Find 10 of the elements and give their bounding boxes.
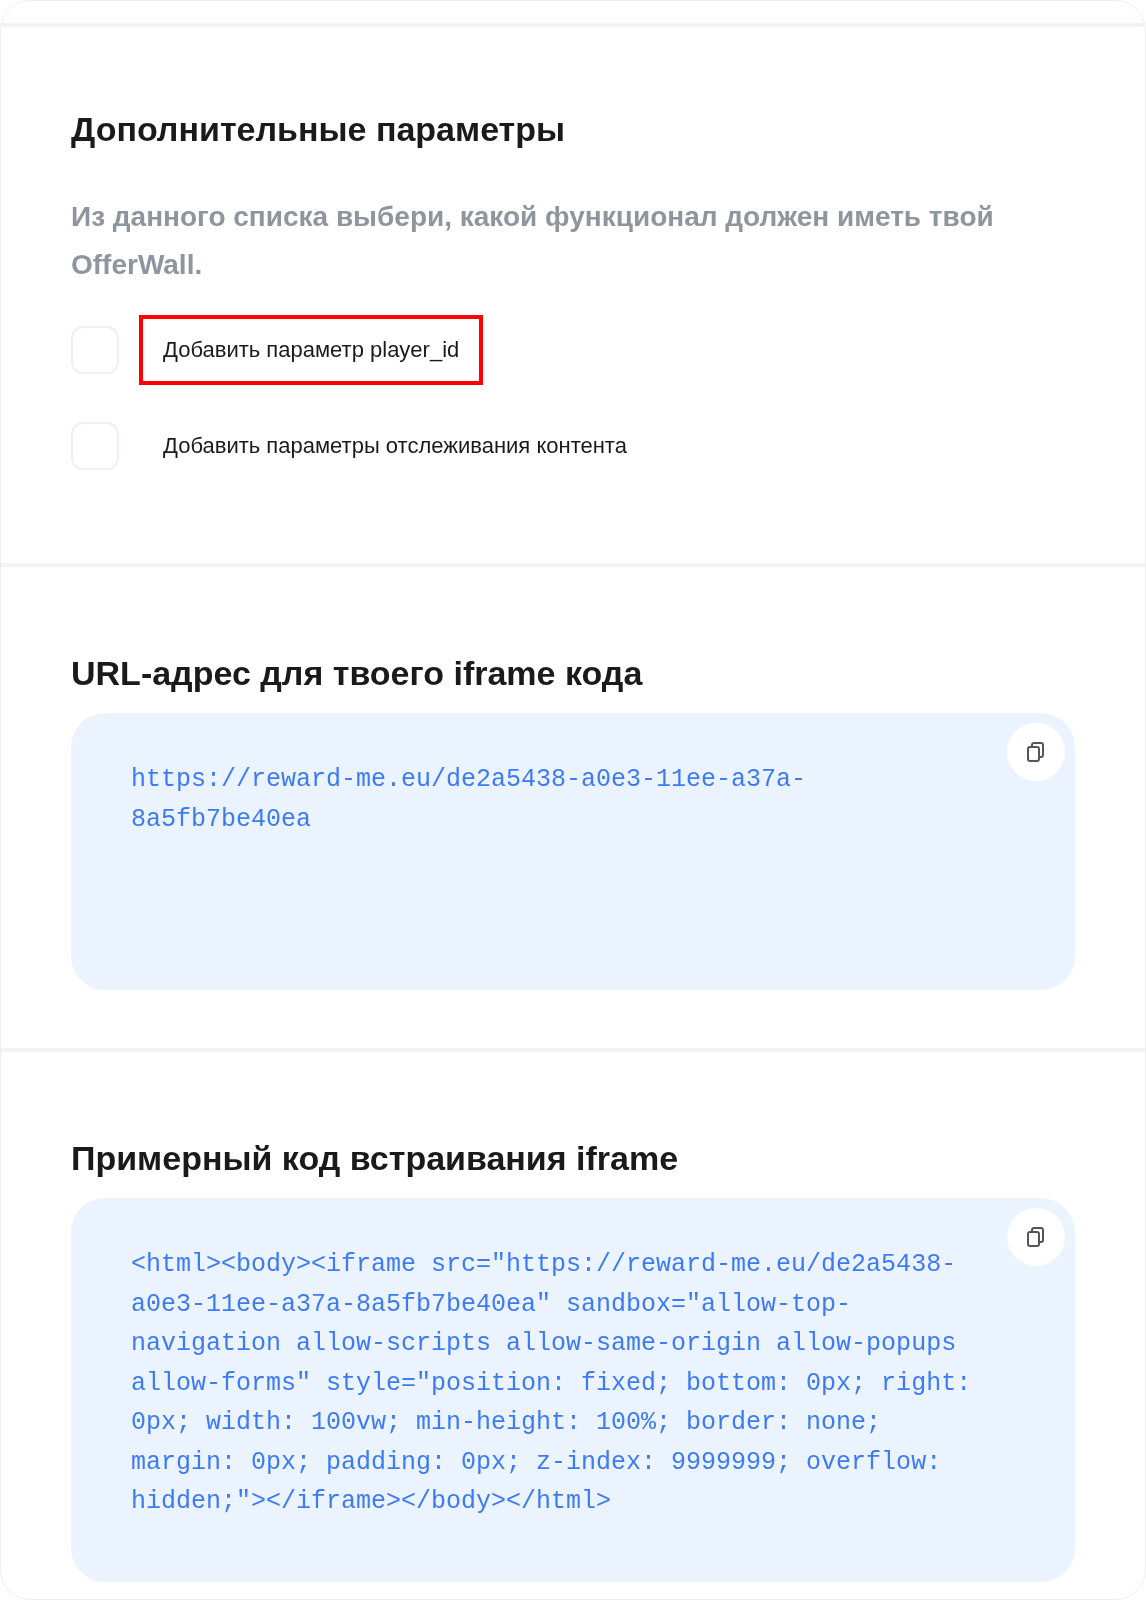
section-title: Дополнительные параметры: [71, 109, 567, 149]
copy-icon: [1026, 741, 1046, 763]
code-text: https://reward-me.eu/de2a5438-a0e3-11ee-a37a-8a5fb7be40ea: [131, 764, 808, 836]
section-description: Из данного списка выбери, какой функционал должен иметь твой OfferWall.: [71, 200, 995, 282]
section-title: URL-адрес для твоего iframe кода: [71, 653, 644, 693]
copy-icon: [1026, 1226, 1046, 1248]
section-title: Примерный код встраивания iframe: [71, 1138, 680, 1178]
checkbox-label[interactable]: Добавить параметр player_id: [139, 315, 484, 385]
code-text: <html><body><iframe src="https://reward-me.eu/de2a5438-a0e3-11ee-a37a-8a5fb7be40ea" sandbox="allow-top-navigation allow-scripts allow-same-origin allow-popups allow-forms" style="position: fixed; bottom: 0px; right: 0px; width: 100vw; min-height: 100%; border: none; margin: 0px; padding: 0px; z-index: 9999999; overflow: hidden;"></iframe></body></html>: [131, 1249, 973, 1518]
checkbox-label[interactable]: Добавить параметры отслеживания контента: [139, 411, 651, 481]
